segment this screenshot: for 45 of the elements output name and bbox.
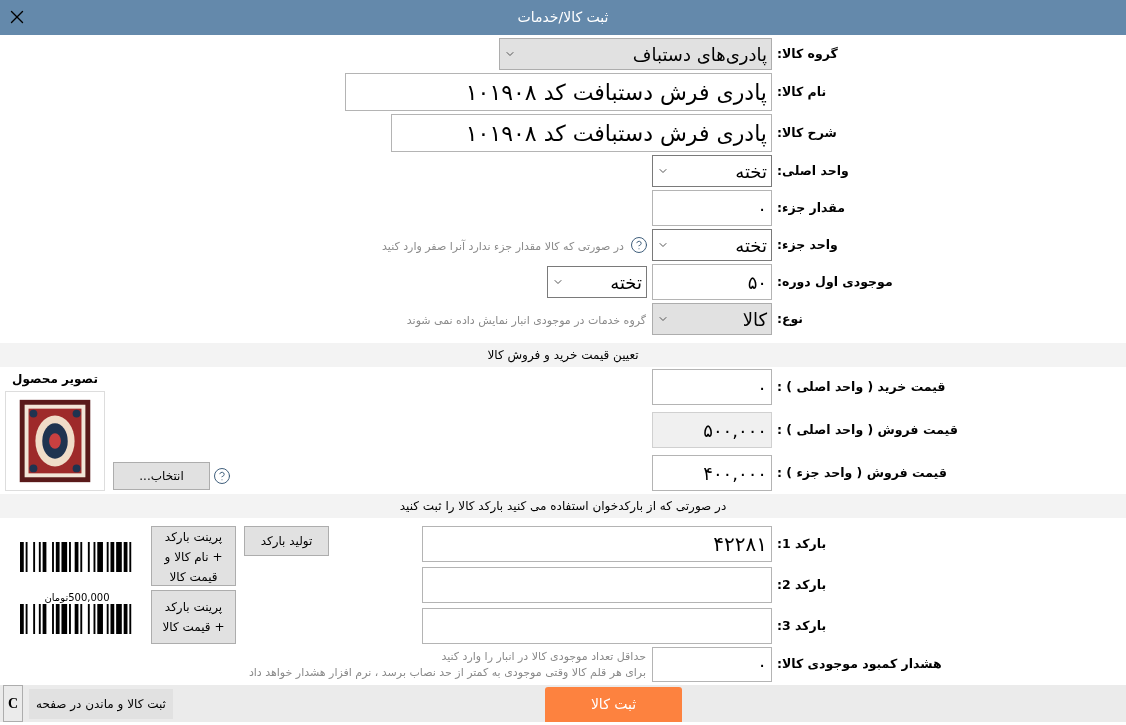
hint-text: در صورتی که کالا مقدار جزء ندارد آنرا صفر وارد کنید (382, 240, 624, 253)
field-label: بارکد 1: (777, 534, 827, 553)
input-field[interactable]: ۵۰ (652, 264, 772, 300)
help-icon[interactable] (630, 236, 648, 254)
field-label: قیمت خرید ( واحد اصلی ) : (777, 377, 946, 396)
choose-button[interactable]: انتخاب... (113, 462, 210, 490)
input-field[interactable]: ۰ (652, 369, 772, 405)
field-label: واحد اصلی: (777, 161, 849, 180)
help-icon[interactable] (213, 467, 231, 485)
image-label: تصویر محصول (12, 371, 98, 388)
input-field[interactable]: ۰ (652, 190, 772, 226)
window-title: ثبت کالا/خدمات (517, 8, 609, 27)
print-barcode-button[interactable]: پرینت بارکد + نام کالا و قیمت کالا (151, 526, 236, 586)
field-label: نوع: (777, 309, 804, 328)
field-label: شرح کالا: (777, 123, 837, 142)
input-field[interactable]: ۰ (652, 647, 772, 682)
dropdown[interactable]: تخته (547, 266, 647, 298)
c-button[interactable]: C (3, 685, 23, 722)
input-field[interactable] (422, 608, 772, 644)
field-label: قیمت فروش ( واحد اصلی ) : (777, 420, 958, 439)
section-title: در صورتی که از بارکدخوان استفاده می کنید بارکد کالا را ثبت کنید (399, 498, 727, 515)
field-label: هشدار کمبود موجودی کالا: (777, 655, 942, 674)
input-field[interactable]: ۴۲۲۸۱ (422, 526, 772, 562)
hint-text: گروه خدمات در موجودی انبار نمایش داده نمی شوند (406, 314, 646, 327)
generate-barcode-button[interactable]: تولید بارکد (244, 526, 329, 556)
input-field[interactable]: ۴۰۰,۰۰۰ (652, 455, 772, 491)
dropdown[interactable]: تخته (652, 229, 772, 261)
hint-text: حداقل تعداد موجودی کالا در انبار را وارد کنید (440, 648, 646, 665)
input-field[interactable]: پادری فرش دستبافت کد ۱۰۱۹۰۸ (391, 114, 772, 152)
field-label: نام کالا: (777, 82, 827, 102)
input-field[interactable]: پادری فرش دستبافت کد ۱۰۱۹۰۸ (345, 73, 772, 111)
section-title: تعیین قیمت خرید و فروش کالا (487, 347, 639, 364)
field-label: مقدار جزء: (777, 198, 845, 217)
field-label: قیمت فروش ( واحد جزء ) : (777, 463, 947, 482)
field-label: بارکد 2: (777, 575, 827, 594)
field-label: بارکد 3: (777, 616, 827, 635)
input-field[interactable] (422, 567, 772, 603)
dropdown[interactable]: تخته (652, 155, 772, 187)
print-barcode-button[interactable]: پرینت بارکد + قیمت کالا (151, 590, 236, 644)
save-and-stay-button[interactable]: ثبت کالا و ماندن در صفحه (29, 688, 173, 719)
barcode-price: 500,000تومان (44, 592, 110, 604)
hint-text: برای هر قلم کالا وقتی موجودی به کمتر از حد نصاب برسد ، نرم افزار هشدار خواهد داد (248, 664, 646, 681)
field-label: گروه کالا: (777, 44, 838, 63)
field-label: واحد جزء: (777, 235, 838, 254)
field-label: موجودی اول دوره: (777, 272, 893, 291)
